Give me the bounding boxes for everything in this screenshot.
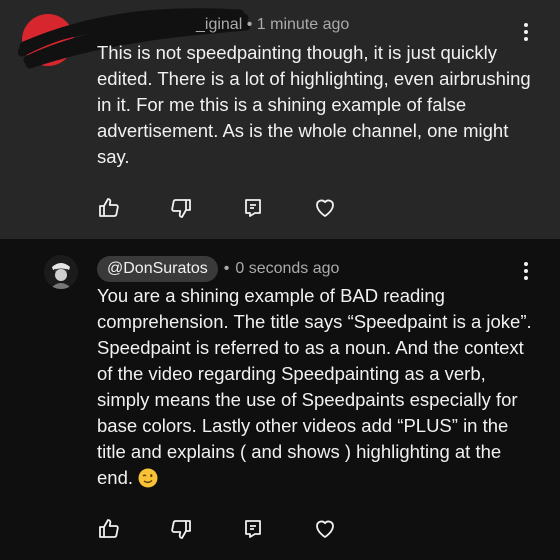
- thumbs-up-icon: [99, 198, 119, 217]
- user-avatar-icon: [44, 255, 78, 289]
- more-vertical-icon: [524, 23, 528, 41]
- like-button[interactable]: [95, 515, 123, 543]
- reply-icon: [245, 520, 261, 538]
- heart-icon: [316, 199, 334, 217]
- dislike-button[interactable]: [167, 515, 195, 543]
- thumbs-down-icon: [171, 520, 191, 539]
- like-button[interactable]: [95, 194, 123, 222]
- comment-text-content: You are a shining example of BAD reading…: [97, 285, 532, 488]
- dislike-button[interactable]: [167, 194, 195, 222]
- heart-button[interactable]: [311, 194, 339, 222]
- comment-meta: @DonSuratos • 0 seconds ago: [97, 256, 339, 282]
- more-options-button[interactable]: [516, 259, 536, 283]
- heart-icon: [316, 520, 334, 538]
- winking-face-icon: [138, 468, 158, 488]
- author-name[interactable]: _iginal: [196, 16, 242, 33]
- comment-actions: [95, 194, 339, 222]
- separator-dot: •: [223, 260, 230, 277]
- reply-button[interactable]: [239, 194, 267, 222]
- author-handle-chip[interactable]: @DonSuratos: [97, 256, 218, 282]
- comment-meta: _iginal • 1 minute ago: [196, 16, 349, 34]
- comment-2: @DonSuratos • 0 seconds ago You are a sh…: [0, 239, 560, 560]
- comment-actions: [95, 515, 339, 543]
- comment-text: This is not speedpainting though, it is …: [97, 42, 531, 167]
- comment-1: _iginal • 1 minute ago This is not speed…: [0, 0, 560, 239]
- timestamp[interactable]: 0 seconds ago: [235, 260, 339, 278]
- heart-button[interactable]: [311, 515, 339, 543]
- reply-icon: [245, 199, 261, 217]
- reply-button[interactable]: [239, 515, 267, 543]
- thumbs-down-icon: [171, 199, 191, 218]
- thumbs-up-icon: [99, 519, 119, 538]
- comment-text: You are a shining example of BAD reading…: [97, 283, 537, 491]
- timestamp[interactable]: 1 minute ago: [257, 16, 350, 33]
- separator-dot: •: [246, 16, 253, 33]
- more-vertical-icon: [524, 262, 528, 280]
- avatar[interactable]: [44, 255, 78, 289]
